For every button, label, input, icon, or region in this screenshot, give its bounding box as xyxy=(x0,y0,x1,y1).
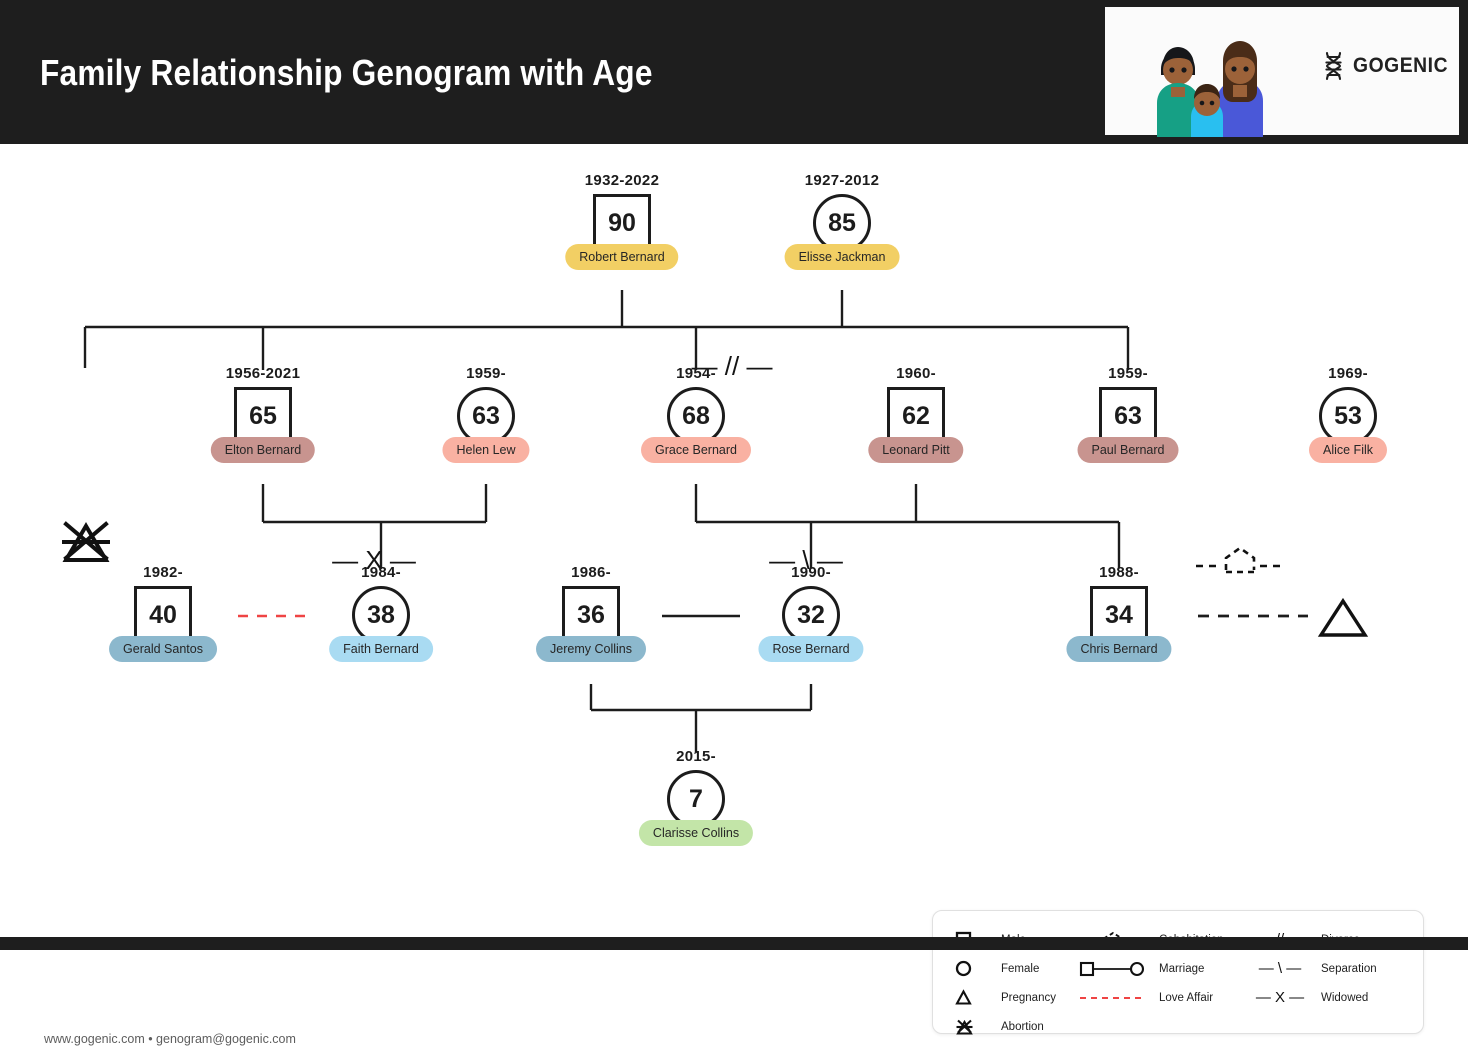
person-age: 62 xyxy=(902,401,930,430)
dna-helix-icon xyxy=(1325,51,1342,81)
relationship-pregnancy-link-chris xyxy=(1198,614,1308,618)
legend-item-female: Female xyxy=(955,954,1056,983)
person-years: 1984- xyxy=(361,564,401,581)
person-years: 1927-2012 xyxy=(804,172,880,189)
pregnancy-icon xyxy=(1317,597,1369,637)
legend-item-love-affair: Love Affair xyxy=(1067,983,1224,1012)
genogram-canvas: — // — — X — — \ — 1932-2022 90 Robert B… xyxy=(0,144,1468,1046)
person-years: 2015- xyxy=(676,748,716,765)
person-age: 63 xyxy=(1114,401,1142,430)
person-years: 1986- xyxy=(571,564,611,581)
person-name-chip: Clarisse Collins xyxy=(638,820,754,846)
relationship-love-affair-gerald-faith xyxy=(238,614,310,618)
person-name-chip: Leonard Pitt xyxy=(868,437,964,463)
separation-glyph: — \ — xyxy=(1258,960,1302,977)
person-years: 1988- xyxy=(1099,564,1139,581)
brand-name: GOGENIC xyxy=(1353,54,1449,77)
person-age: 34 xyxy=(1105,600,1133,629)
legend-item-pregnancy: Pregnancy xyxy=(955,983,1056,1012)
person-age: 7 xyxy=(689,784,703,813)
abortion-icon xyxy=(62,521,110,562)
family-illustration xyxy=(1157,41,1263,137)
person-name-chip: Faith Bernard xyxy=(329,636,433,662)
triangle-icon xyxy=(955,989,1001,1006)
person-name-chip: Alice Filk xyxy=(1308,437,1388,463)
person-age: 85 xyxy=(828,208,856,237)
person-years: 1954- xyxy=(676,365,716,382)
poster-stage: Family Relationship Genogram with Age GO… xyxy=(0,0,1468,1046)
person-years: 1990- xyxy=(791,564,831,581)
page-title: Family Relationship Genogram with Age xyxy=(40,52,653,93)
person-name-chip: Rose Bernard xyxy=(758,636,864,662)
legend-panel: Male Female Pregnancy xyxy=(932,910,1424,1035)
person-name-chip: Elisse Jackman xyxy=(784,244,900,270)
legend-item-widowed: — X — Widowed xyxy=(1249,983,1377,1012)
person-years: 1959- xyxy=(1108,365,1148,382)
circle-icon xyxy=(955,960,1001,977)
legend-item-abortion: Abortion xyxy=(955,1012,1056,1041)
widowed-glyph: — X — xyxy=(1255,989,1305,1006)
person-name-chip: Chris Bernard xyxy=(1066,636,1172,662)
footer-bar xyxy=(0,937,1468,950)
person-age: 40 xyxy=(149,600,177,629)
header-bar: Family Relationship Genogram with Age GO… xyxy=(0,0,1468,144)
relationship-marriage-jeremy-rose xyxy=(662,614,740,618)
person-years: 1960- xyxy=(896,365,936,382)
brand-lockup: GOGENIC xyxy=(1323,51,1456,81)
person-name-chip: Jeremy Collins xyxy=(536,636,646,662)
abortion-icon xyxy=(955,1018,1001,1036)
person-age: 68 xyxy=(682,401,710,430)
footer-contact: www.gogenic.com • genogram@gogenic.com xyxy=(44,1032,296,1046)
person-age: 63 xyxy=(472,401,500,430)
marriage-icon xyxy=(1067,960,1159,978)
legend-item-separation: — \ — Separation xyxy=(1249,954,1377,983)
person-age: 32 xyxy=(797,600,825,629)
person-age: 53 xyxy=(1334,401,1362,430)
person-age: 65 xyxy=(249,401,277,430)
relationship-cohabitation-paul-alice xyxy=(1196,546,1284,574)
love-affair-icon xyxy=(1067,989,1159,1007)
person-age: 90 xyxy=(608,208,636,237)
person-years: 1956-2021 xyxy=(225,365,301,382)
person-age: 36 xyxy=(577,600,605,629)
person-name-chip: Helen Lew xyxy=(442,437,530,463)
person-years: 1959- xyxy=(466,365,506,382)
person-name-chip: Elton Bernard xyxy=(210,437,316,463)
person-years: 1969- xyxy=(1328,365,1368,382)
person-age: 38 xyxy=(367,600,395,629)
person-name-chip: Paul Bernard xyxy=(1077,437,1179,463)
person-name-chip: Robert Bernard xyxy=(565,244,679,270)
person-name-chip: Grace Bernard xyxy=(641,437,751,463)
person-years: 1982- xyxy=(143,564,183,581)
legend-item-marriage: Marriage xyxy=(1067,954,1224,983)
person-years: 1932-2022 xyxy=(584,172,660,189)
person-name-chip: Gerald Santos xyxy=(109,636,217,662)
brand-logo-card: GOGENIC xyxy=(1102,4,1462,138)
